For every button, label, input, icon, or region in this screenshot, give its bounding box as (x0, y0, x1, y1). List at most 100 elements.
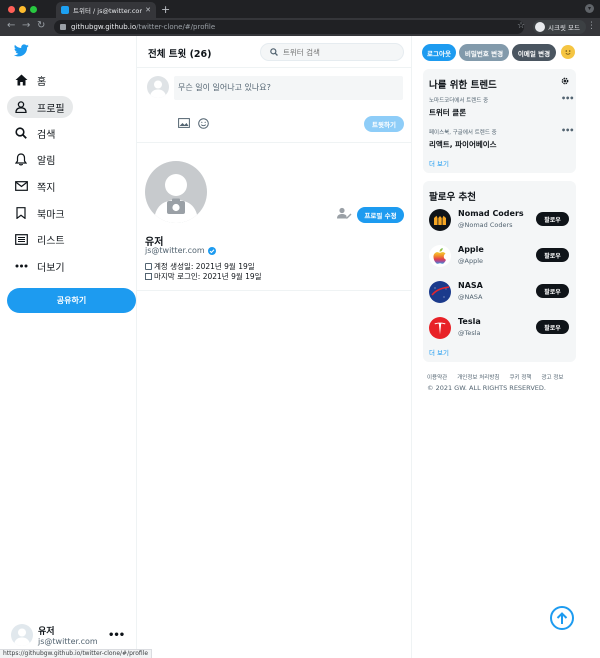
follow-handle: @Tesla (458, 329, 481, 337)
sidebar-item-lists[interactable]: 리스트 (7, 228, 73, 250)
sidebar-item-bookmarks[interactable]: 북마크 (7, 202, 73, 224)
trends-card: 나를 위한 트렌드 노마드코더에서 트렌드 중 트위터 클론 ••• 페이스북,… (423, 69, 576, 173)
tweet-composer: 무슨 일이 일어나고 있나요? 트윗하기 (137, 69, 412, 143)
more-icon (14, 259, 28, 273)
tweet-button[interactable]: 트윗하기 (364, 116, 404, 132)
follow-card: 팔로우 추천 Nomad Coders @Nomad Coders 팔로우 Ap… (423, 181, 576, 362)
forward-icon[interactable]: → (22, 20, 30, 31)
follow-button[interactable]: 팔로우 (536, 212, 569, 226)
list-item[interactable]: NASA @NASA 팔로우 (429, 281, 571, 305)
image-icon[interactable] (177, 116, 191, 130)
user-name: 유저 (38, 627, 55, 637)
account-switcher[interactable]: 유저 js@twitter.com (11, 624, 98, 646)
last-login-date: 마지막 로그인: 2021년 9월 19일 (154, 272, 262, 281)
main-header: 전체 트윗 (26) (137, 36, 412, 68)
edit-user-icon[interactable] (337, 207, 352, 222)
sidebar-item-label: 검색 (37, 129, 56, 141)
trends-more-link[interactable]: 더 보기 (429, 158, 449, 168)
maximize-window-button[interactable] (30, 6, 37, 13)
tesla-logo-icon (429, 317, 451, 339)
tweet-input[interactable]: 무슨 일이 일어나고 있나요? (174, 76, 403, 100)
list-item[interactable]: Nomad Coders @Nomad Coders 팔로우 (429, 209, 571, 233)
profile-handle-row: js@twitter.com (145, 246, 216, 255)
follow-button[interactable]: 팔로우 (536, 248, 569, 262)
follow-title: 팔로우 추천 (429, 192, 477, 203)
follow-name: Tesla (458, 317, 481, 326)
last-login-row: 마지막 로그인: 2021년 9월 19일 (145, 271, 262, 282)
follow-more-link[interactable]: 더 보기 (429, 347, 449, 357)
apple-logo-icon (429, 245, 451, 267)
window-menu-button[interactable]: ▾ (585, 4, 594, 13)
logout-button[interactable]: 로그아웃 (422, 44, 456, 61)
follow-handle: @Nomad Coders (458, 221, 513, 229)
trend-name: 트위터 클론 (429, 108, 467, 117)
url-host: githubgw.github.io (71, 23, 137, 31)
sidebar-item-home[interactable]: 홈 (7, 69, 54, 91)
footer-link[interactable]: 쿠키 정책 (509, 373, 531, 381)
follow-button[interactable]: 팔로우 (536, 320, 569, 334)
bookmark-star-icon[interactable]: ☆ (517, 21, 525, 31)
address-bar[interactable]: githubgw.github.io /twitter-clone/#/prof… (54, 20, 524, 34)
change-email-button[interactable]: 이메일 변경 (512, 44, 556, 61)
edit-profile-button[interactable]: 프로필 수정 (357, 207, 404, 223)
close-window-button[interactable] (8, 6, 15, 13)
sidebar-item-more[interactable]: 더보기 (7, 255, 73, 277)
sidebar-item-profile[interactable]: 프로필 (7, 96, 73, 118)
change-password-button[interactable]: 비밀번호 변경 (459, 44, 509, 61)
list-item[interactable]: Apple @Apple 팔로우 (429, 245, 571, 269)
gear-icon[interactable] (561, 77, 569, 88)
verified-badge-icon (207, 246, 216, 255)
twitter-logo-icon[interactable] (13, 44, 29, 60)
sidebar-item-label: 알림 (37, 155, 56, 167)
minimize-window-button[interactable] (19, 6, 26, 13)
list-item[interactable]: Tesla @Tesla 팔로우 (429, 317, 571, 341)
trend-item[interactable]: 페이스북, 구글에서 트렌드 중 리액트, 파이어베이스 (429, 128, 569, 150)
main-column: 전체 트윗 (26) 무슨 일이 일어나고 있나요? 트윗하기 프로필 수정 (137, 36, 412, 658)
sidebar-item-search[interactable]: 검색 (7, 122, 63, 144)
browser-tab[interactable]: 트위터 / js@twitter.com 프로필 ✕ (56, 2, 156, 18)
avatar (11, 624, 33, 646)
footer-link[interactable]: 광고 정보 (541, 373, 563, 381)
user-icon (14, 100, 28, 114)
scroll-to-top-button[interactable] (550, 606, 574, 630)
sidebar-item-notifications[interactable]: 알림 (7, 148, 63, 170)
sidebar-item-messages[interactable]: 쪽지 (7, 175, 63, 197)
trend-item[interactable]: 노마드코더에서 트렌드 중 트위터 클론 (429, 96, 569, 118)
search-box[interactable] (260, 43, 404, 61)
twitter-favicon-icon (61, 6, 69, 14)
incognito-profile-button[interactable]: 시크릿 모드 (533, 20, 586, 34)
trends-title: 나를 위한 트렌드 (429, 80, 497, 91)
composer-tools (177, 116, 215, 130)
sidebar-item-label: 쪽지 (37, 182, 56, 194)
nasa-logo-icon (429, 281, 451, 303)
footer-links: 이용약관 개인정보 처리방침 쿠키 정책 광고 정보 (427, 373, 573, 381)
back-icon[interactable]: ← (7, 20, 15, 31)
home-icon (14, 73, 28, 87)
arrow-up-icon (556, 611, 568, 624)
profile-avatar[interactable] (145, 161, 207, 223)
search-input[interactable] (283, 47, 393, 57)
trend-more-icon[interactable]: ••• (561, 126, 574, 135)
browser-menu-icon[interactable]: ⋮ (587, 21, 596, 31)
sidebar-item-label: 홈 (37, 76, 47, 88)
new-tab-button[interactable]: + (161, 3, 170, 16)
follow-handle: @Apple (458, 257, 484, 265)
avatar (147, 76, 169, 98)
bookmark-icon (14, 206, 28, 220)
incognito-label: 시크릿 모드 (548, 24, 580, 32)
tab-close-icon[interactable]: ✕ (145, 6, 151, 14)
theme-emoji-button[interactable] (561, 45, 575, 59)
account-menu-icon[interactable]: ••• (108, 630, 125, 641)
emoji-icon[interactable] (196, 116, 210, 130)
trend-more-icon[interactable]: ••• (561, 94, 574, 103)
sidebar-item-label: 더보기 (37, 262, 65, 274)
share-button[interactable]: 공유하기 (7, 288, 136, 313)
follow-button[interactable]: 팔로우 (536, 284, 569, 298)
footer-link[interactable]: 개인정보 처리방침 (457, 373, 499, 381)
footer-link[interactable]: 이용약관 (427, 373, 447, 381)
tab-title: 트위터 / js@twitter.com 프로필 (73, 7, 143, 15)
calendar-icon (145, 263, 152, 270)
tab-bar: 트위터 / js@twitter.com 프로필 ✕ + ▾ (0, 0, 600, 18)
smile-icon (565, 50, 571, 55)
reload-icon[interactable]: ↻ (37, 20, 45, 31)
